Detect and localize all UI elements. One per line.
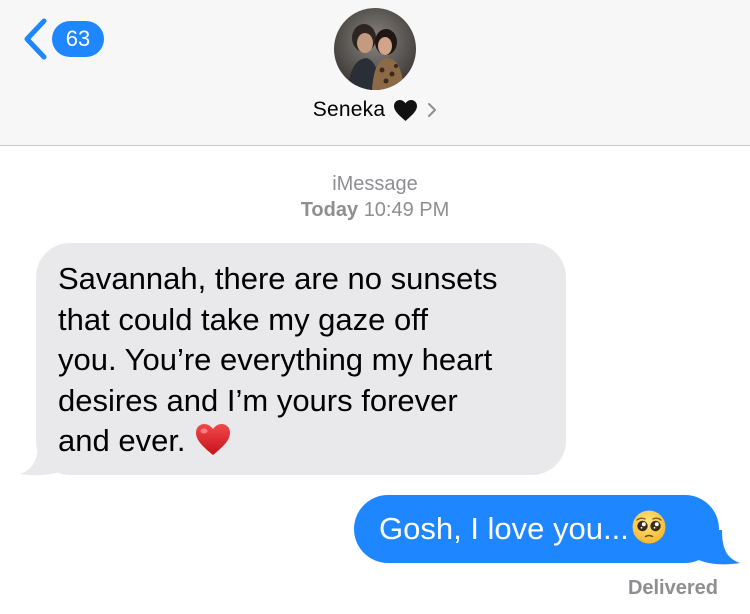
timestamp-day: Today [300, 199, 359, 221]
delivery-status: Delivered [627, 577, 718, 599]
pleading-face-emoji [632, 510, 666, 544]
incoming-message-bubble[interactable]: Savannah, there are no sunsets that coul… [36, 243, 566, 475]
message-text: Gosh, I love you... [379, 511, 629, 546]
message-service-label: iMessage [332, 173, 418, 195]
black-heart-icon [394, 99, 418, 121]
contact-name: Seneka [312, 98, 386, 121]
outgoing-message-bubble[interactable]: Gosh, I love you... [354, 495, 719, 563]
message-line: desires and I’m yours forever [58, 382, 458, 418]
message-line: you. You’re everything my heart [58, 342, 493, 377]
back-button[interactable]: 63 [22, 18, 104, 60]
timestamp-time: 10:49 PM [363, 199, 450, 221]
message-timestamp: Today 10:49 PM [0, 199, 750, 222]
unread-count-badge: 63 [52, 21, 104, 57]
message-line: Savannah, there are no sunsets [58, 261, 498, 296]
chevron-right-icon [428, 103, 437, 117]
chevron-left-icon [24, 18, 47, 60]
message-line: that could take my gaze off [58, 301, 428, 337]
avatar[interactable] [334, 8, 416, 90]
conversation-header: 63 Seneka [0, 0, 750, 146]
message-line: and ever. [58, 423, 186, 458]
contact-info-button[interactable]: Seneka [0, 98, 750, 122]
message-line-last: and ever. [58, 421, 546, 462]
red-heart-emoji [195, 424, 230, 455]
